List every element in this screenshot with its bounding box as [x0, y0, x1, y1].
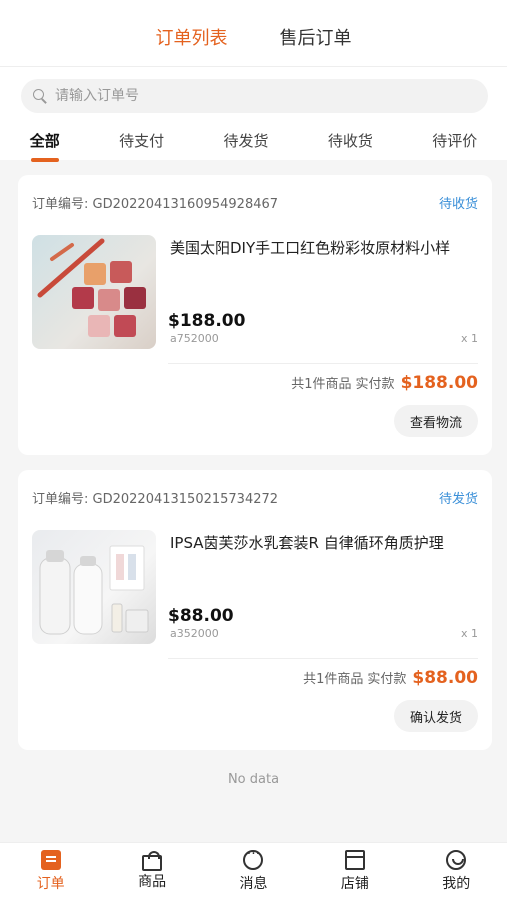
product-quantity: x 1	[460, 627, 478, 640]
tabbar-item-messages[interactable]: 消息	[213, 843, 293, 900]
item-count: 共1件商品	[303, 672, 364, 687]
product-title[interactable]: 美国太阳DIY手工口红色粉彩妆原材料小样	[170, 237, 478, 258]
order-card[interactable]: 订单编号: GD20220413160954928467 待收货 美国太阳DIY…	[18, 175, 492, 455]
order-header: 订单编号: GD20220413160954928467 待收货	[32, 193, 478, 212]
view-logistics-button[interactable]: 查看物流	[393, 405, 478, 437]
tabbar-item-profile[interactable]: 我的	[416, 843, 496, 900]
order-number: 订单编号: GD20220413150215734272	[32, 492, 279, 507]
tabbar-label: 我的	[442, 876, 471, 892]
paid-label: 实付款	[367, 672, 407, 687]
status-tab-pending-shipment[interactable]: 待发货	[219, 128, 272, 160]
tabbar-item-orders[interactable]: 订单	[11, 843, 91, 900]
bag-icon	[142, 851, 163, 871]
product-sku: a752000	[170, 332, 219, 345]
product-quantity: x 1	[460, 332, 478, 345]
tabbar-item-products[interactable]: 商品	[112, 843, 192, 900]
order-total: $88.00	[412, 668, 478, 688]
card-divider	[168, 363, 478, 364]
order-status: 待发货	[438, 492, 478, 507]
tabbar-label: 店铺	[340, 876, 369, 892]
header-divider	[0, 66, 507, 67]
search-icon	[33, 89, 47, 104]
status-tab-pending-review[interactable]: 待评价	[428, 128, 481, 160]
item-count: 共1件商品	[291, 377, 352, 392]
bottom-tab-bar: 订单 商品 消息 店铺 我的	[0, 842, 507, 900]
product-price: $88.00	[168, 606, 234, 626]
tabbar-label: 订单	[36, 876, 65, 892]
order-card[interactable]: 订单编号: GD20220413150215734272 待发货 IPSA茵芙莎…	[18, 470, 492, 750]
order-search-input[interactable]	[55, 88, 455, 104]
order-status: 待收货	[438, 197, 478, 212]
profile-icon	[446, 850, 467, 870]
tabbar-label: 商品	[138, 874, 167, 890]
order-summary: 共1件商品 实付款 $188.00	[291, 373, 478, 393]
search-bar[interactable]	[21, 79, 488, 113]
product-price: $188.00	[168, 311, 246, 331]
order-icon	[40, 850, 61, 870]
status-tabs: 全部 待支付 待发货 待收货 待评价	[0, 128, 507, 160]
product-image[interactable]	[32, 235, 156, 349]
tab-after-sales[interactable]: 售后订单	[280, 24, 352, 56]
order-summary: 共1件商品 实付款 $88.00	[303, 668, 478, 688]
paid-label: 实付款	[355, 377, 395, 392]
card-divider	[168, 658, 478, 659]
tabbar-item-shop[interactable]: 店铺	[315, 843, 395, 900]
tab-order-list[interactable]: 订单列表	[156, 24, 228, 56]
confirm-shipment-button[interactable]: 确认发货	[393, 700, 478, 732]
product-sku: a352000	[170, 627, 219, 640]
order-total: $188.00	[400, 373, 478, 393]
top-header: 订单列表 售后订单 全部 待支付 待发货 待收货 待评价	[0, 0, 507, 160]
message-icon	[243, 846, 264, 870]
shop-icon	[344, 850, 365, 870]
status-tab-all[interactable]: 全部	[26, 128, 64, 160]
product-image[interactable]	[32, 530, 156, 644]
status-tab-pending-receipt[interactable]: 待收货	[324, 128, 377, 160]
tabbar-label: 消息	[239, 876, 268, 892]
header-tabs: 订单列表 售后订单	[0, 24, 507, 56]
status-tab-pending-payment[interactable]: 待支付	[115, 128, 168, 160]
product-title[interactable]: IPSA茵芙莎水乳套装R 自律循环角质护理	[170, 532, 478, 553]
empty-state-text: No data	[227, 772, 280, 787]
order-header: 订单编号: GD20220413150215734272 待发货	[32, 488, 478, 507]
order-number: 订单编号: GD20220413160954928467	[32, 197, 279, 212]
